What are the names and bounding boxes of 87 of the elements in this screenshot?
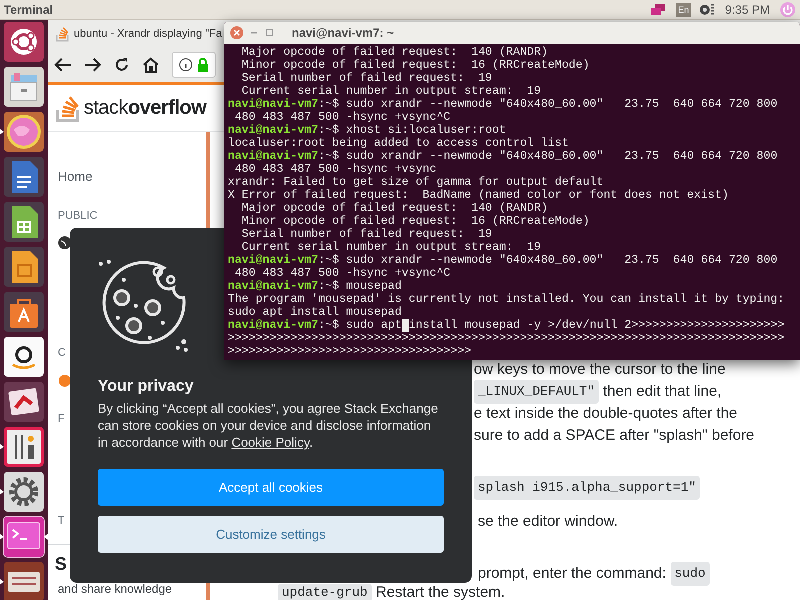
terminal-output-line: Serial number of failed request: 19 bbox=[240, 72, 492, 85]
lock-icon bbox=[197, 58, 209, 72]
terminal-output-line: 480 483 487 500 -hsync +vsync bbox=[234, 163, 437, 176]
terminal-output-line: Major opcode of failed request: 140 (RANDR) bbox=[240, 202, 548, 215]
terminal-command: mousepad bbox=[346, 280, 402, 293]
document-icon bbox=[4, 157, 44, 197]
back-arrow-icon[interactable] bbox=[54, 57, 72, 73]
launcher-item[interactable] bbox=[4, 292, 44, 332]
window-title: navi@navi-vm7: ~ bbox=[292, 25, 394, 42]
launcher-item[interactable] bbox=[4, 202, 44, 242]
terminal-command: sudo xrandr --newmode "640x480_60.00" 23.75 640 664 720 800 bbox=[346, 150, 778, 163]
terminal-output-line: Minor opcode of failed request: 16 (RRCreateMode) bbox=[240, 215, 590, 228]
answer-text: e text inside the double-quotes after the bbox=[474, 404, 738, 424]
site-logo-text[interactable]: stackoverflow bbox=[84, 93, 206, 123]
terminal-output-line: Current serial number in output stream: 19 bbox=[240, 241, 542, 254]
launcher-item[interactable] bbox=[4, 427, 44, 467]
presentation-icon bbox=[4, 247, 44, 287]
volume-icon[interactable] bbox=[699, 2, 716, 16]
nav-section-heading: C bbox=[58, 346, 66, 361]
answer-text: se the editor window. bbox=[478, 512, 618, 532]
keyboard-icon bbox=[4, 562, 44, 600]
inline-code: sudo bbox=[670, 562, 710, 586]
tab-title[interactable]: ubuntu - Xrandr displaying "Fa bbox=[74, 26, 222, 42]
nav-section-heading: F bbox=[58, 412, 65, 426]
active-app-name: Terminal bbox=[4, 2, 54, 18]
terminal-prompt: navi@navi-vm7:~$ bbox=[228, 150, 340, 163]
dialog-body-text: By clicking “Accept all cookies”, you agree Stack Exchange can store cookies on your device and disclose information in accordance with our Cookie Policy. bbox=[98, 400, 440, 451]
terminal-command: xhost si:localuser:root bbox=[346, 124, 506, 137]
dialog-title: Your privacy bbox=[98, 377, 195, 397]
inline-code: _LINUX_DEFAULT" bbox=[474, 380, 600, 404]
chat-bubbles-icon[interactable] bbox=[650, 2, 666, 16]
teams-text: and share knowledge bbox=[58, 580, 174, 598]
teams-heading: S bbox=[55, 552, 68, 576]
stack-logo-icon bbox=[56, 26, 70, 42]
gear-icon bbox=[4, 472, 44, 512]
settings-button[interactable]: Customize settings bbox=[98, 516, 444, 553]
home-icon[interactable] bbox=[142, 57, 160, 73]
terminal-output-line: X Error of failed request: BadName (named color or font does not exist) bbox=[228, 189, 729, 202]
launcher-item[interactable] bbox=[4, 157, 44, 197]
terminal-output-line: xrandr: Failed to get size of gamma for output default bbox=[228, 176, 604, 189]
terminal-output-line: Current serial number in output stream: 19 bbox=[240, 85, 542, 98]
shopping-bag-icon bbox=[4, 292, 44, 332]
answer-text: ow keys to move the cursor to the line bbox=[474, 360, 726, 380]
answer-text: prompt, enter the command: bbox=[478, 564, 668, 584]
launcher-item[interactable] bbox=[4, 337, 44, 377]
inline-code: update-grub bbox=[278, 584, 372, 600]
answer-text: then edit that line, bbox=[602, 382, 722, 402]
terminal-prompt: navi@navi-vm7:~$ bbox=[228, 254, 340, 267]
badge-icon[interactable] bbox=[58, 374, 72, 388]
terminal-output-line: Serial number of failed request: 19 bbox=[240, 228, 492, 241]
terminal-output-line: sudo apt install mousepad bbox=[228, 306, 402, 319]
terminal-output-line: 480 483 487 500 -hsync +vsync^C bbox=[234, 267, 451, 280]
terminal-output-line: Major opcode of failed request: 140 (RANDR) bbox=[240, 46, 548, 59]
inline-code: splash i915.alpha_support=1" bbox=[474, 476, 700, 500]
terminal-command: sudo xrandr --newmode "640x480_60.00" 23.75 640 664 720 800 bbox=[346, 254, 778, 267]
terminal-command: sudo apt bbox=[346, 319, 402, 332]
text-cursor bbox=[402, 319, 409, 332]
nav-section-heading: T bbox=[58, 514, 65, 529]
answer-text: Restart the system. bbox=[374, 585, 506, 600]
terminal-icon bbox=[4, 517, 44, 557]
cookie-policy-link[interactable]: Cookie Policy bbox=[232, 435, 310, 450]
terminal-prompt: navi@navi-vm7:~$ bbox=[228, 98, 340, 111]
answer-text: sure to add a SPACE after "splash" before bbox=[474, 426, 755, 446]
reload-icon[interactable] bbox=[114, 57, 130, 73]
terminal-output-line: Minor opcode of failed request: 16 (RRCreateMode) bbox=[240, 59, 590, 72]
terminal-prompt: navi@navi-vm7:~$ bbox=[228, 124, 340, 137]
terminal-command: install mousepad -y >/dev/null 2>>>>>>>>>>>>>>>>>>>>>> bbox=[408, 319, 785, 332]
terminal-output-line: >>>>>>>>>>>>>>>>>>>>>>>>>>>>>>>>>>> bbox=[228, 345, 472, 358]
forward-arrow-icon[interactable] bbox=[84, 57, 102, 73]
launcher-item[interactable] bbox=[4, 562, 44, 600]
terminal-prompt: navi@navi-vm7:~$ bbox=[228, 319, 340, 332]
circle-logo-icon bbox=[4, 22, 44, 62]
terminal-output-line: 480 483 487 500 -hsync +vsync^C bbox=[234, 111, 451, 124]
terminal-command: sudo xrandr --newmode "640x480_60.00" 23.75 640 664 720 800 bbox=[346, 98, 778, 111]
drawer-icon bbox=[4, 67, 44, 107]
terminal-output-line: The program 'mousepad' is currently not installed. You can install it by typing: bbox=[228, 293, 785, 306]
nav-link[interactable]: Home bbox=[58, 167, 206, 186]
sliders-icon bbox=[4, 427, 44, 467]
terminal-prompt: navi@navi-vm7:~$ bbox=[228, 280, 340, 293]
spreadsheet-icon bbox=[4, 202, 44, 242]
terminal-output-line: localuser:root being added to access control list bbox=[228, 137, 569, 150]
clock[interactable]: 9:35 PM bbox=[725, 0, 770, 18]
info-icon[interactable] bbox=[179, 58, 193, 72]
nav-section-heading: PUBLIC bbox=[58, 208, 99, 224]
address-field[interactable] bbox=[172, 52, 216, 78]
close-icon[interactable] bbox=[230, 26, 244, 40]
terminal-output-line: >>>>>>>>>>>>>>>>>>>>>>>>>>>>>>>>>>>>>>>>>>>>>>>>>>>>>>>>>>>>>>>>>>>>>>>>>>>>>>>> bbox=[228, 332, 785, 345]
